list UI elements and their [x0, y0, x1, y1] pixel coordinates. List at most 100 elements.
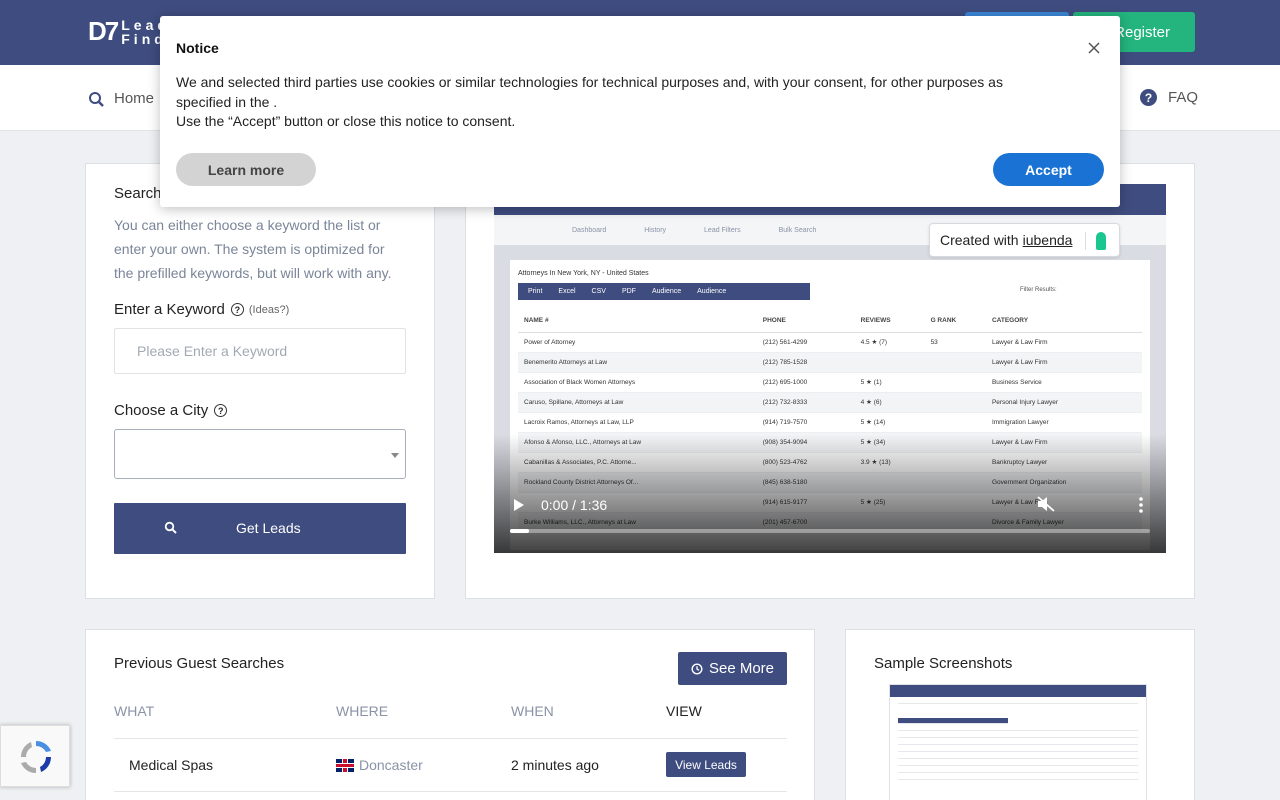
- video-time: 0:00 / 1:36: [541, 497, 608, 513]
- video-table-cell: 5 ★ (1): [854, 372, 925, 393]
- video-tool: Audience: [651, 288, 682, 295]
- get-leads-button[interactable]: Get Leads: [114, 503, 406, 554]
- sample-header: [890, 685, 1146, 697]
- see-more-label: See More: [708, 660, 775, 677]
- city-label: Choose a City ?: [114, 402, 228, 419]
- divider: [1085, 232, 1086, 250]
- search-description: You can either choose a keyword the list…: [114, 217, 392, 281]
- video-table-cell: Lawyer & Law Firm: [985, 352, 1142, 373]
- video-filter-label: Filter Results:: [1020, 287, 1057, 293]
- previous-searches-title: Previous Guest Searches: [114, 655, 285, 672]
- video-table-cell: (212) 732-8333: [756, 392, 855, 413]
- video-col-header: G RANK: [924, 310, 986, 333]
- sample-screenshots-card: Sample Screenshots: [845, 629, 1195, 800]
- video-table-row: Benemerito Attorneys at Law (212) 785-152…: [518, 352, 1142, 373]
- video-table-cell: [854, 352, 925, 373]
- learn-more-button[interactable]: Learn more: [176, 153, 316, 186]
- logo-mark: D7: [88, 16, 119, 46]
- video-table-cell: Benemerito Attorneys at Law: [518, 352, 757, 373]
- video-controls-shade: [494, 434, 1166, 553]
- previous-searches-card: Previous Guest Searches See More WHAT WH…: [85, 629, 815, 800]
- close-icon[interactable]: [1086, 40, 1102, 56]
- col-view: VIEW: [666, 703, 702, 719]
- sample-row: [898, 773, 1138, 780]
- caret-down-icon: [391, 453, 399, 458]
- more-vertical-icon[interactable]: [1139, 497, 1143, 513]
- video-col-header: REVIEWS: [854, 310, 925, 333]
- view-leads-button[interactable]: View Leads: [666, 752, 746, 777]
- video-table-cell: [924, 372, 986, 393]
- notice-text: We and selected third parties use cookie…: [176, 73, 1056, 132]
- city-label-text: Choose a City: [114, 402, 209, 419]
- video-nav-item: History: [644, 226, 667, 234]
- cookie-notice: Notice We and selected third parties use…: [160, 16, 1120, 207]
- sample-row: [898, 752, 1138, 759]
- sample-row: [898, 766, 1138, 773]
- sample-screenshots-title: Sample Screenshots: [874, 655, 1013, 672]
- video-table-cell: [924, 412, 986, 433]
- keyword-input[interactable]: [114, 328, 406, 374]
- search-title: Search: [114, 185, 162, 202]
- sample-row: [898, 745, 1138, 752]
- recaptcha-badge[interactable]: [0, 725, 70, 787]
- ideas-link[interactable]: (Ideas?): [249, 304, 289, 316]
- sample-row: [898, 731, 1138, 738]
- video-table-row: Association of Black Women Attorneys (212…: [518, 372, 1142, 393]
- video-table-cell: 53: [924, 332, 986, 353]
- sample-row: [898, 724, 1138, 731]
- nav-faq[interactable]: ? FAQ: [1140, 89, 1198, 106]
- col-where: WHERE: [336, 703, 389, 719]
- divider: [114, 738, 787, 739]
- video-progress-fill: [510, 529, 530, 533]
- video-table-cell: Business Service: [985, 372, 1142, 393]
- keyword-label: Enter a Keyword ? (Ideas?): [114, 301, 289, 318]
- play-icon[interactable]: [514, 499, 524, 511]
- nav-faq-label: FAQ: [1168, 89, 1199, 106]
- col-what: WHAT: [114, 703, 155, 719]
- video-table-cell: [924, 352, 986, 373]
- search-where-label: Doncaster: [359, 757, 423, 773]
- city-select[interactable]: [114, 429, 406, 479]
- question-circle-icon: ?: [1140, 89, 1157, 106]
- see-more-button[interactable]: See More: [678, 652, 787, 685]
- search-card: Search You can either choose a keyword t…: [85, 163, 435, 599]
- video-table-cell: [924, 392, 986, 413]
- notice-title: Notice: [176, 40, 219, 56]
- iubenda-link[interactable]: iubenda: [1023, 232, 1073, 248]
- video-table-cell: Lacroix Ramos, Attorneys at Law, LLP: [518, 412, 757, 433]
- video-col-header: PHONE: [756, 310, 855, 333]
- iubenda-logo-icon: [1096, 232, 1106, 250]
- video-table-row: Lacroix Ramos, Attorneys at Law, LLP (914…: [518, 412, 1142, 433]
- video-nav-item: Bulk Search: [778, 226, 817, 234]
- video-table-cell: 4 ★ (6): [854, 392, 925, 413]
- nav-home[interactable]: Home: [88, 90, 154, 107]
- video-tool: Excel: [558, 288, 576, 295]
- help-icon[interactable]: ?: [230, 303, 244, 316]
- video-table-cell: 5 ★ (14): [854, 412, 925, 433]
- video-tool: PDF: [621, 288, 636, 295]
- video-nav-item: Dashboard: [572, 226, 607, 234]
- uk-flag-icon: [336, 759, 354, 772]
- iubenda-badge[interactable]: Created with iubenda: [929, 223, 1120, 257]
- history-icon: [691, 662, 703, 675]
- sample-screenshot-image[interactable]: [889, 684, 1147, 800]
- video-toolbar: Print Excel CSV PDF Audience Audience: [518, 283, 810, 300]
- search-when: 2 minutes ago: [511, 757, 599, 773]
- search-icon: [164, 521, 177, 534]
- search-where: Doncaster: [336, 757, 423, 773]
- nav-home-label: Home: [114, 90, 155, 107]
- video-tool: CSV: [591, 288, 606, 295]
- video-table-cell: 4.5 ★ (7): [854, 332, 925, 353]
- help-icon[interactable]: ?: [214, 404, 228, 417]
- divider: [114, 791, 787, 792]
- video-table-cell: Personal Injury Lawyer: [985, 392, 1142, 413]
- get-leads-label: Get Leads: [236, 520, 301, 536]
- muted-speaker-icon[interactable]: [1037, 496, 1055, 512]
- notice-line2: Use the “Accept” button or close this no…: [176, 113, 516, 129]
- video-table-cell: (914) 719-7570: [756, 412, 855, 433]
- video-tool: Print: [528, 288, 543, 295]
- video-tool: Audience: [697, 288, 727, 295]
- col-when: WHEN: [511, 703, 554, 719]
- video-progress-bar[interactable]: [510, 529, 1150, 533]
- accept-button[interactable]: Accept: [993, 153, 1104, 186]
